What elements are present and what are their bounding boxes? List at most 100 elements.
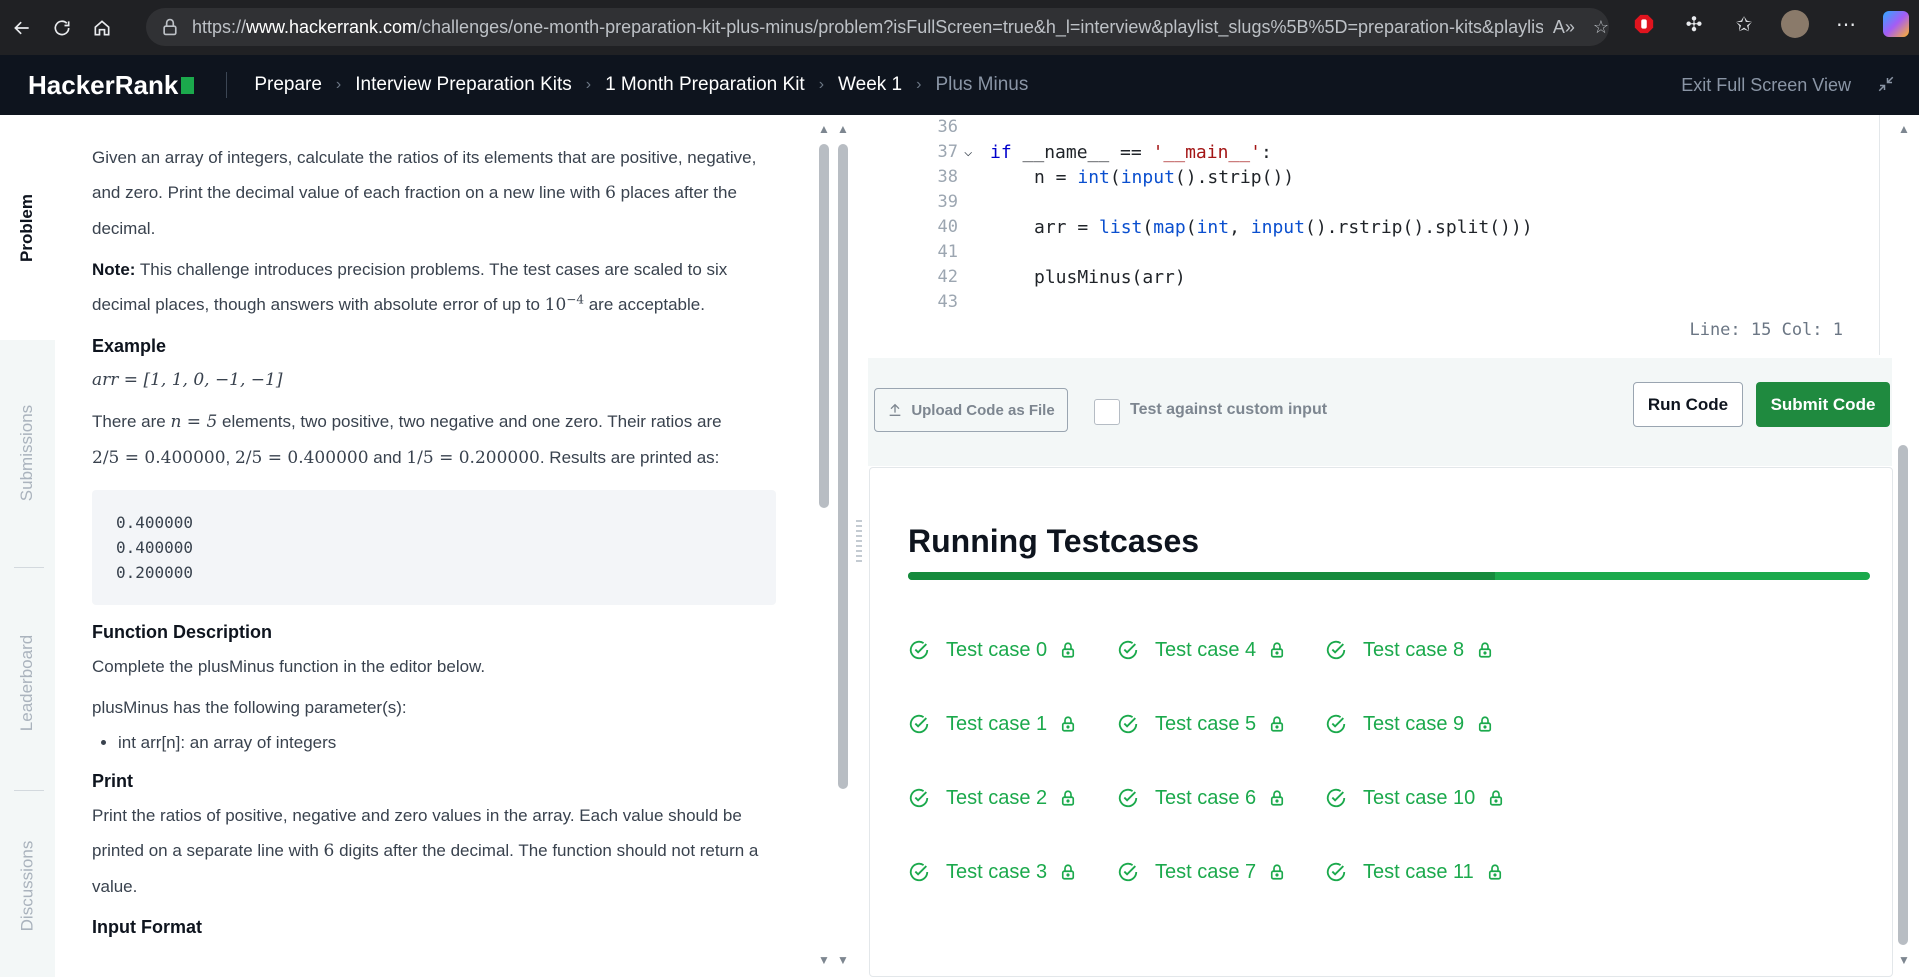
check-circle-icon <box>909 640 929 660</box>
copilot-icon[interactable] <box>1883 11 1909 37</box>
adblock-extension-icon[interactable] <box>1631 11 1657 37</box>
lock-icon <box>1271 790 1284 806</box>
panel-resize-handle[interactable] <box>856 520 862 562</box>
parameter-item: int arr[n]: an array of integers <box>118 725 782 760</box>
tab-problem[interactable]: Problem <box>0 115 55 340</box>
scroll-down-arrow[interactable]: ▼ <box>1898 953 1910 967</box>
scroll-down-arrow[interactable]: ▼ <box>837 953 849 967</box>
problem-scrollbar[interactable] <box>819 124 829 964</box>
check-circle-icon <box>1326 640 1346 660</box>
favorite-star-icon[interactable]: ☆ <box>1593 17 1609 38</box>
lock-icon <box>1271 642 1284 658</box>
breadcrumb-week[interactable]: Week 1 <box>838 74 902 96</box>
check-circle-icon <box>1326 788 1346 808</box>
scroll-up-arrow[interactable]: ▲ <box>837 122 849 136</box>
print-text: Print the ratios of positive, negative a… <box>92 806 759 896</box>
home-icon[interactable] <box>84 10 120 46</box>
example-heading: Example <box>92 336 167 356</box>
testcase-item[interactable]: Test case 3 <box>908 857 1077 887</box>
lock-icon <box>1062 642 1075 658</box>
breadcrumb-interview-kits[interactable]: Interview Preparation Kits <box>355 74 572 96</box>
testcase-item[interactable]: Test case 11 <box>1325 857 1504 887</box>
breadcrumb-month-kit[interactable]: 1 Month Preparation Kit <box>605 74 805 96</box>
problem-statement: Given an array of integers, calculate th… <box>92 140 782 944</box>
reload-icon[interactable] <box>44 10 80 46</box>
exit-fullscreen-icon[interactable] <box>1877 75 1895 93</box>
testcase-item[interactable]: Test case 4 <box>1117 635 1286 665</box>
panel-scrollbar[interactable] <box>838 124 848 964</box>
testcase-label: Test case 11 <box>1363 860 1474 883</box>
profile-avatar[interactable] <box>1781 10 1809 38</box>
testcase-item[interactable]: Test case 5 <box>1117 709 1286 739</box>
tab-submissions[interactable]: Submissions <box>0 340 55 565</box>
parameters-text: plusMinus has the following parameter(s)… <box>92 698 407 717</box>
print-heading: Print <box>92 771 134 791</box>
lock-icon <box>163 18 177 36</box>
chevron-right-icon: › <box>585 76 592 93</box>
testcase-item[interactable]: Test case 1 <box>908 709 1077 739</box>
testcase-label: Test case 6 <box>1155 786 1257 809</box>
testcase-label: Test case 8 <box>1363 638 1465 661</box>
lock-icon <box>1271 716 1284 732</box>
custom-input-label[interactable]: Test against custom input <box>1130 401 1327 419</box>
site-header: HackerRank Prepare › Interview Preparati… <box>0 55 1919 115</box>
upload-code-button[interactable]: Upload Code as File <box>874 388 1068 432</box>
testcase-label: Test case 7 <box>1155 860 1257 883</box>
example-array: arr = [1, 1, 0, −1, −1] <box>92 370 283 390</box>
run-code-button[interactable]: Run Code <box>1633 382 1743 427</box>
breadcrumb-current: Plus Minus <box>935 74 1029 95</box>
testcase-item[interactable]: Test case 9 <box>1325 709 1494 739</box>
lock-icon <box>1490 790 1503 806</box>
check-circle-icon <box>1118 714 1138 734</box>
read-aloud-icon[interactable]: A» <box>1553 17 1575 38</box>
testcase-item[interactable]: Test case 6 <box>1117 783 1286 813</box>
code-editor[interactable]: 36 37 ⌵ if __name__ == '__main__': 38 n = i… <box>868 115 1880 355</box>
testcases-panel: Running Testcases Test case 0 Test case 1… <box>869 467 1893 977</box>
chevron-right-icon: › <box>335 76 342 93</box>
lock-icon <box>1479 716 1492 732</box>
extensions-icon[interactable]: ✣ <box>1681 11 1707 37</box>
favorites-icon[interactable]: ✩ <box>1731 11 1757 37</box>
testcase-item[interactable]: Test case 8 <box>1325 635 1494 665</box>
submit-code-button[interactable]: Submit Code <box>1756 382 1890 427</box>
check-circle-icon <box>1326 714 1346 734</box>
side-tabs: Problem Submissions Leaderboard Discussi… <box>0 115 55 977</box>
testcases-progress-bar <box>908 572 1870 580</box>
testcase-item[interactable]: Test case 7 <box>1117 857 1286 887</box>
input-format-heading: Input Format <box>92 917 202 937</box>
fold-chevron-icon[interactable]: ⌵ <box>964 140 972 165</box>
tab-discussions[interactable]: Discussions <box>0 795 55 977</box>
note-paragraph: Note: This challenge introduces precisio… <box>92 260 728 315</box>
testcase-label: Test case 10 <box>1363 786 1476 809</box>
breadcrumb-prepare[interactable]: Prepare <box>254 74 322 96</box>
testcase-label: Test case 5 <box>1155 712 1257 735</box>
check-circle-icon <box>909 714 929 734</box>
right-scrollbar[interactable] <box>1898 120 1908 970</box>
scroll-down-arrow[interactable]: ▼ <box>818 953 830 967</box>
check-circle-icon <box>909 862 929 882</box>
lock-icon <box>1062 716 1075 732</box>
exit-fullscreen-link[interactable]: Exit Full Screen View <box>1681 75 1851 96</box>
custom-input-checkbox[interactable] <box>1094 399 1120 425</box>
editor-actions: Upload Code as File Test against custom … <box>868 358 1892 466</box>
testcase-label: Test case 4 <box>1155 638 1257 661</box>
scroll-up-arrow[interactable]: ▲ <box>1898 122 1910 136</box>
intro-paragraph: Given an array of integers, calculate th… <box>92 148 757 238</box>
check-circle-icon <box>1118 788 1138 808</box>
lock-icon <box>1062 790 1075 806</box>
scroll-up-arrow[interactable]: ▲ <box>818 122 830 136</box>
testcase-item[interactable]: Test case 10 <box>1325 783 1505 813</box>
function-description-heading: Function Description <box>92 622 272 642</box>
more-menu-icon[interactable]: ⋯ <box>1833 11 1859 37</box>
hackerrank-logo[interactable]: HackerRank <box>28 70 195 101</box>
testcase-label: Test case 3 <box>946 860 1048 883</box>
check-circle-icon <box>909 788 929 808</box>
tab-leaderboard[interactable]: Leaderboard <box>0 570 55 795</box>
explanation-paragraph: There are n = 5 elements, two positive, … <box>92 412 722 468</box>
lock-icon <box>1271 864 1284 880</box>
testcase-item[interactable]: Test case 0 <box>908 635 1077 665</box>
cursor-position: Line: 15 Col: 1 <box>1689 320 1843 340</box>
back-icon[interactable] <box>4 10 40 46</box>
testcase-item[interactable]: Test case 2 <box>908 783 1077 813</box>
address-bar[interactable]: https://www.hackerrank.com/challenges/on… <box>146 8 1609 46</box>
